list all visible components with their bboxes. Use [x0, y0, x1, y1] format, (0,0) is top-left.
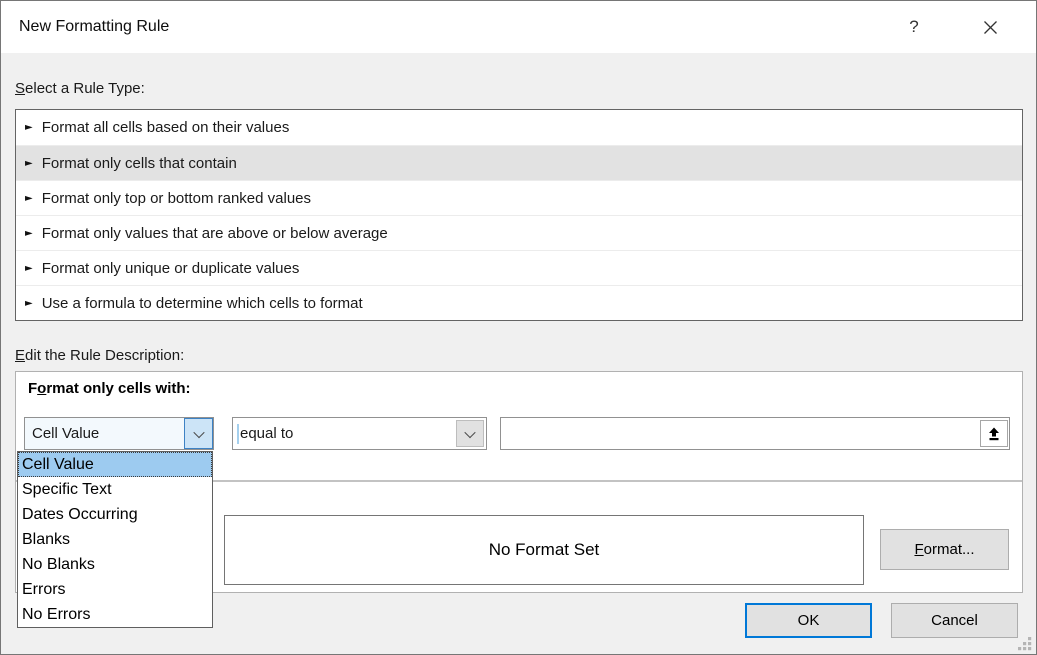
rule-type-label: Format all cells based on their values: [42, 119, 290, 136]
format-preview-box: No Format Set: [224, 515, 864, 585]
select-rule-type-label: Select a Rule Type:: [15, 80, 145, 97]
rule-bullet-icon: ►: [25, 158, 33, 169]
rule-type-item-format-all-cells[interactable]: ► Format all cells based on their values: [16, 110, 1022, 145]
operator-value: equal to: [240, 418, 293, 449]
rule-type-label: Format only unique or duplicate values: [42, 260, 300, 277]
titlebar[interactable]: New Formatting Rule ?: [1, 1, 1036, 53]
chevron-down-icon: [464, 426, 475, 437]
rule-type-item-format-cells-that-contain[interactable]: ► Format only cells that contain: [16, 145, 1022, 180]
dropdown-option-blanks[interactable]: Blanks: [18, 527, 212, 552]
dropdown-option-cell-value[interactable]: Cell Value: [18, 452, 212, 477]
chevron-down-icon: [193, 426, 204, 437]
new-formatting-rule-dialog: New Formatting Rule ? Select a Rule Type…: [0, 0, 1037, 655]
rule-type-label: Format only values that are above or bel…: [42, 225, 388, 242]
format-preview-text: No Format Set: [489, 540, 600, 560]
rule-type-label: Use a formula to determine which cells t…: [42, 295, 363, 312]
rule-type-label: Format only cells that contain: [42, 155, 237, 172]
text-caret: [237, 424, 239, 444]
condition-type-dropdown-button[interactable]: [184, 418, 213, 449]
rule-type-item-above-below-average[interactable]: ► Format only values that are above or b…: [16, 215, 1022, 250]
resize-grip[interactable]: [1018, 637, 1032, 651]
operator-combobox[interactable]: equal to: [232, 417, 487, 450]
rule-bullet-icon: ►: [25, 298, 33, 309]
close-button[interactable]: [973, 11, 1007, 43]
format-button[interactable]: Format...: [880, 529, 1009, 570]
help-icon: ?: [909, 17, 918, 37]
rule-bullet-icon: ►: [25, 228, 33, 239]
format-only-cells-with-label: Format only cells with:: [28, 380, 191, 397]
operator-dropdown-button[interactable]: [456, 420, 484, 447]
dropdown-option-errors[interactable]: Errors: [18, 577, 212, 602]
rule-type-item-unique-duplicate[interactable]: ► Format only unique or duplicate values: [16, 250, 1022, 285]
condition-type-combobox[interactable]: Cell Value: [24, 417, 214, 450]
close-icon: [983, 20, 998, 35]
help-button[interactable]: ?: [897, 11, 931, 43]
collapse-dialog-icon: [986, 426, 1002, 442]
dropdown-option-dates-occurring[interactable]: Dates Occurring: [18, 502, 212, 527]
dropdown-option-no-errors[interactable]: No Errors: [18, 602, 212, 627]
rule-type-label: Format only top or bottom ranked values: [42, 190, 311, 207]
rule-type-item-use-formula[interactable]: ► Use a formula to determine which cells…: [16, 285, 1022, 320]
rule-type-item-top-bottom-ranked[interactable]: ► Format only top or bottom ranked value…: [16, 180, 1022, 215]
ok-button[interactable]: OK: [745, 603, 872, 638]
dropdown-option-specific-text[interactable]: Specific Text: [18, 477, 212, 502]
rule-type-listbox[interactable]: ► Format all cells based on their values…: [15, 109, 1023, 321]
rule-bullet-icon: ►: [25, 122, 33, 133]
condition-value-input[interactable]: [500, 417, 1010, 450]
dropdown-option-no-blanks[interactable]: No Blanks: [18, 552, 212, 577]
condition-type-dropdown-list: Cell Value Specific Text Dates Occurring…: [17, 451, 213, 628]
collapse-dialog-button[interactable]: [980, 420, 1008, 447]
rule-bullet-icon: ►: [25, 193, 33, 204]
edit-rule-description-label: Edit the Rule Description:: [15, 347, 184, 364]
rule-bullet-icon: ►: [25, 263, 33, 274]
condition-type-value: Cell Value: [32, 418, 99, 449]
cancel-button[interactable]: Cancel: [891, 603, 1018, 638]
dialog-title: New Formatting Rule: [19, 1, 169, 53]
